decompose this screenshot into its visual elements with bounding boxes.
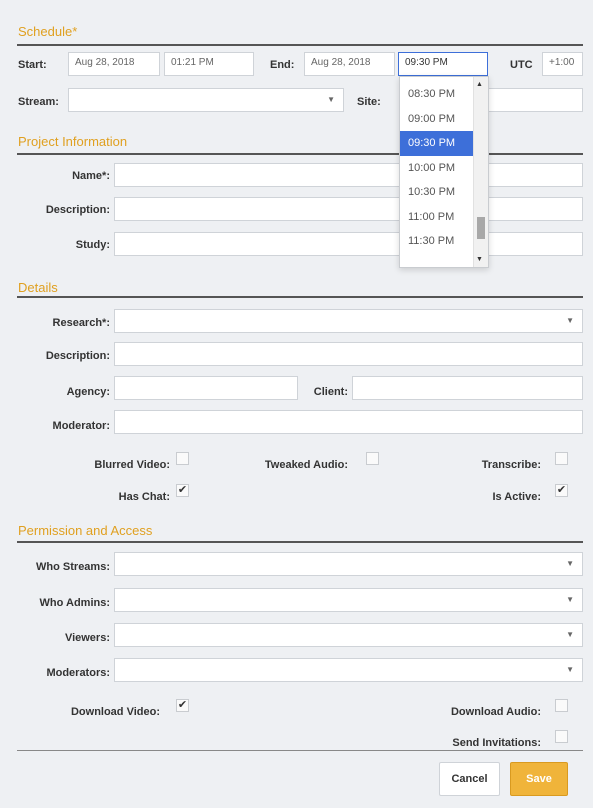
chevron-down-icon: ▼ — [566, 316, 574, 325]
project-description-input[interactable] — [114, 197, 583, 221]
transcribe-checkbox[interactable] — [555, 452, 568, 465]
send-invitations-label: Send Invitations: — [452, 737, 541, 749]
download-audio-label: Download Audio: — [450, 706, 541, 718]
time-option[interactable]: 08:30 PM — [400, 82, 474, 107]
who-streams-label: Who Streams: — [36, 561, 110, 573]
dropdown-scrollbar[interactable]: ▲ ▼ — [473, 77, 488, 267]
details-section-title: Details — [18, 280, 58, 295]
section-divider — [17, 153, 583, 155]
checkmark-icon: ✔ — [556, 484, 567, 496]
download-video-label: Download Video: — [70, 706, 160, 718]
details-description-input[interactable] — [114, 342, 583, 366]
research-label: Research*: — [52, 317, 110, 329]
chevron-down-icon: ▼ — [566, 630, 574, 639]
save-button[interactable]: Save — [510, 762, 568, 796]
has-chat-checkbox[interactable]: ✔ — [176, 484, 189, 497]
end-time-dropdown[interactable]: 08:30 PM 09:00 PM 09:30 PM 10:00 PM 10:30 PM… — [399, 76, 489, 268]
start-date-input[interactable]: Aug 28, 2018 — [68, 52, 160, 76]
download-video-checkbox[interactable]: ✔ — [176, 699, 189, 712]
blurred-video-checkbox[interactable] — [176, 452, 189, 465]
time-option[interactable]: 09:00 PM — [400, 107, 474, 132]
download-audio-checkbox[interactable] — [555, 699, 568, 712]
research-select[interactable]: ▼ — [114, 309, 583, 333]
project-description-label: Description: — [45, 204, 110, 216]
end-date-input[interactable]: Aug 28, 2018 — [304, 52, 395, 76]
agency-input[interactable] — [114, 376, 298, 400]
scrollbar-thumb[interactable] — [477, 217, 485, 239]
scroll-up-icon[interactable]: ▲ — [476, 81, 483, 88]
section-divider — [17, 541, 583, 543]
chevron-down-icon: ▼ — [327, 95, 335, 104]
name-input[interactable] — [114, 163, 583, 187]
viewers-select[interactable]: ▼ — [114, 623, 583, 647]
moderator-label: Moderator: — [52, 420, 110, 432]
permission-section-title: Permission and Access — [18, 523, 153, 538]
has-chat-label: Has Chat: — [118, 491, 170, 503]
project-section-title: Project Information — [18, 134, 128, 149]
schedule-section-title: Schedule* — [18, 24, 78, 39]
footer-divider — [17, 750, 583, 751]
moderator-input[interactable] — [114, 410, 583, 434]
is-active-label: Is Active: — [492, 491, 541, 503]
moderators-select[interactable]: ▼ — [114, 658, 583, 682]
who-admins-label: Who Admins: — [39, 597, 110, 609]
viewers-label: Viewers: — [64, 632, 110, 644]
site-label: Site: — [357, 96, 381, 108]
section-divider — [17, 44, 583, 46]
tweaked-audio-checkbox[interactable] — [366, 452, 379, 465]
blurred-video-label: Blurred Video: — [94, 459, 170, 471]
end-label: End: — [270, 59, 295, 71]
utc-label: UTC — [510, 59, 533, 71]
time-option[interactable]: 10:30 PM — [400, 180, 474, 205]
section-divider — [17, 296, 583, 298]
transcribe-label: Transcribe: — [481, 459, 541, 471]
who-admins-select[interactable]: ▼ — [114, 588, 583, 612]
who-streams-select[interactable]: ▼ — [114, 552, 583, 576]
chevron-down-icon: ▼ — [566, 595, 574, 604]
send-invitations-checkbox[interactable] — [555, 730, 568, 743]
time-option[interactable]: 09:30 PM — [400, 131, 474, 156]
details-description-label: Description: — [45, 350, 110, 362]
moderators-label: Moderators: — [46, 667, 110, 679]
time-option[interactable]: 11:30 PM — [400, 229, 474, 254]
cancel-button[interactable]: Cancel — [439, 762, 500, 796]
name-label: Name*: — [72, 170, 110, 182]
end-time-input[interactable]: 09:30 PM — [398, 52, 488, 76]
is-active-checkbox[interactable]: ✔ — [555, 484, 568, 497]
time-option[interactable]: 10:00 PM — [400, 156, 474, 181]
client-input[interactable] — [352, 376, 583, 400]
utc-input[interactable]: +1:00 — [542, 52, 583, 76]
client-label: Client: — [313, 386, 348, 398]
study-label: Study: — [75, 239, 110, 251]
start-label: Start: — [18, 59, 47, 71]
time-option[interactable]: 11:00 PM — [400, 205, 474, 230]
study-input[interactable] — [114, 232, 583, 256]
stream-label: Stream: — [18, 96, 59, 108]
agency-label: Agency: — [66, 386, 110, 398]
scroll-down-icon[interactable]: ▼ — [476, 256, 483, 263]
chevron-down-icon: ▼ — [566, 665, 574, 674]
checkmark-icon: ✔ — [177, 484, 188, 496]
checkmark-icon: ✔ — [177, 699, 188, 711]
chevron-down-icon: ▼ — [566, 559, 574, 568]
time-options-list: 08:30 PM 09:00 PM 09:30 PM 10:00 PM 10:30 PM… — [400, 82, 474, 254]
start-time-input[interactable]: 01:21 PM — [164, 52, 254, 76]
site-input[interactable] — [486, 88, 583, 112]
tweaked-audio-label: Tweaked Audio: — [264, 459, 348, 471]
stream-select[interactable]: ▼ — [68, 88, 344, 112]
